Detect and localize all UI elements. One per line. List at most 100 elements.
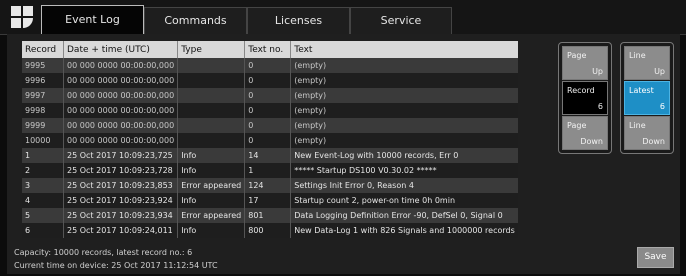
cell-text-no: 0 (244, 73, 291, 88)
cell-date-time: 25 Oct 2017 10:09:23,725 (62, 148, 178, 163)
table-row[interactable]: 9998 00 000 0000 00:00:00,000 0 (empty) (22, 103, 518, 118)
cell-record: 9997 (22, 88, 64, 103)
tab-service[interactable]: Service (350, 7, 452, 34)
cell-record: 10000 (22, 133, 64, 148)
cell-text-no: 1 (244, 163, 291, 178)
table-row[interactable]: 9999 00 000 0000 00:00:00,000 0 (empty) (22, 118, 518, 133)
cell-record: 6 (22, 223, 64, 238)
cell-type (177, 133, 245, 148)
cell-date-time: 25 Oct 2017 10:09:23,934 (62, 208, 178, 223)
cell-text: ***** Startup DS100 V0.30.02 ***** (290, 163, 518, 178)
table-row[interactable]: 1 25 Oct 2017 10:09:23,725 Info 14 New Event… (22, 148, 518, 163)
page-down-button[interactable]: Page Down (562, 116, 608, 150)
table-row[interactable]: 9996 00 000 0000 00:00:00,000 0 (empty) (22, 73, 518, 88)
cell-text: (empty) (290, 73, 518, 88)
table-row[interactable]: 5 25 Oct 2017 10:09:23,934 Error appeared 8… (22, 208, 518, 223)
cell-date-time: 00 000 0000 00:00:00,000 (62, 58, 178, 73)
cell-text-no: 0 (244, 88, 291, 103)
cell-record: 9996 (22, 73, 64, 88)
record-value: 6 (597, 102, 603, 111)
page-up-label-bottom: Up (592, 67, 603, 76)
cell-text: (empty) (290, 133, 518, 148)
cell-date-time: 00 000 0000 00:00:00,000 (62, 118, 178, 133)
cell-record: 9995 (22, 58, 64, 73)
cell-text-no: 14 (244, 148, 291, 163)
cell-type: Info (177, 193, 245, 208)
line-up-button[interactable]: Line Up (624, 46, 670, 80)
cell-text: Data Logging Definition Error -90, DefSe… (290, 208, 518, 223)
cell-text-no: 0 (244, 58, 291, 73)
cell-date-time: 25 Oct 2017 10:09:23,924 (62, 193, 178, 208)
cell-type (177, 103, 245, 118)
cell-date-time: 00 000 0000 00:00:00,000 (62, 73, 178, 88)
cell-text: (empty) (290, 88, 518, 103)
line-down-label-top: Line (629, 121, 646, 130)
cell-text: New Data-Log 1 with 826 Signals and 1000… (290, 223, 518, 238)
record-label: Record (567, 86, 595, 95)
table-row[interactable]: 10000 00 000 0000 00:00:00,000 0 (empty) (22, 133, 518, 148)
column-header-type[interactable]: Type (177, 41, 245, 58)
table-row[interactable]: 9995 00 000 0000 00:00:00,000 0 (empty) (22, 58, 518, 73)
tab-licenses[interactable]: Licenses (247, 7, 350, 34)
cell-text: (empty) (290, 58, 518, 73)
column-header-record[interactable]: Record (22, 41, 64, 58)
page-up-button[interactable]: Page Up (562, 46, 608, 80)
column-header-text-no[interactable]: Text no. (244, 41, 291, 58)
line-navigation-group: Line Up Latest 6 Line Down (620, 42, 674, 154)
column-header-text[interactable]: Text (290, 41, 518, 58)
page-navigation-group: Page Up Record 6 Page Down (558, 42, 612, 154)
cell-type (177, 58, 245, 73)
line-up-label-bottom: Up (654, 67, 665, 76)
cell-date-time: 25 Oct 2017 10:09:24,011 (62, 223, 178, 238)
cell-record: 3 (22, 178, 64, 193)
cell-text-no: 0 (244, 118, 291, 133)
cell-text-no: 0 (244, 103, 291, 118)
page-down-label-top: Page (567, 121, 587, 130)
cell-text-no: 124 (244, 178, 291, 193)
table-row[interactable]: 4 25 Oct 2017 10:09:23,924 Info 17 Startup c… (22, 193, 518, 208)
line-up-label-top: Line (629, 51, 646, 60)
cell-text-no: 17 (244, 193, 291, 208)
cell-type (177, 88, 245, 103)
cell-record: 5 (22, 208, 64, 223)
cell-type: Error appeared (177, 178, 245, 193)
cell-type: Info (177, 223, 245, 238)
line-down-label-bottom: Down (642, 137, 665, 146)
cell-date-time: 00 000 0000 00:00:00,000 (62, 103, 178, 118)
table-row[interactable]: 9997 00 000 0000 00:00:00,000 0 (empty) (22, 88, 518, 103)
cell-text-no: 0 (244, 133, 291, 148)
cell-type (177, 118, 245, 133)
latest-value: 6 (659, 102, 665, 111)
cell-record: 9999 (22, 118, 64, 133)
current-time-text: Current time on device: 25 Oct 2017 11:1… (14, 261, 218, 270)
table-header-row: Record Date + time (UTC) Type Text no. T… (22, 41, 518, 58)
cell-date-time: 25 Oct 2017 10:09:23,728 (62, 163, 178, 178)
tab-bar: Event Log Commands Licenses Service (0, 0, 686, 35)
cell-type (177, 73, 245, 88)
cell-text-no: 800 (244, 223, 291, 238)
table-row[interactable]: 3 25 Oct 2017 10:09:23,853 Error appeared 1… (22, 178, 518, 193)
cell-date-time: 25 Oct 2017 10:09:23,853 (62, 178, 178, 193)
table-body: 9995 00 000 0000 00:00:00,000 0 (empty) 9996… (22, 58, 518, 238)
event-log-table: Record Date + time (UTC) Type Text no. T… (22, 41, 518, 238)
cell-date-time: 00 000 0000 00:00:00,000 (62, 88, 178, 103)
save-button[interactable]: Save (637, 247, 674, 268)
cell-type: Info (177, 163, 245, 178)
line-down-button[interactable]: Line Down (624, 116, 670, 150)
tab-commands[interactable]: Commands (144, 7, 247, 34)
record-display: Record 6 (562, 81, 608, 115)
cell-text: (empty) (290, 118, 518, 133)
cell-record: 2 (22, 163, 64, 178)
latest-button[interactable]: Latest 6 (624, 81, 670, 115)
cell-type: Info (177, 148, 245, 163)
cell-text: Startup count 2, power-on time 0h 0min (290, 193, 518, 208)
app-logo-icon (11, 6, 33, 28)
page-up-label-top: Page (567, 51, 587, 60)
cell-record: 1 (22, 148, 64, 163)
capacity-text: Capacity: 10000 records, latest record n… (14, 248, 193, 257)
column-header-date-time[interactable]: Date + time (UTC) (62, 41, 178, 58)
table-row[interactable]: 2 25 Oct 2017 10:09:23,728 Info 1 ***** Star… (22, 163, 518, 178)
cell-type: Error appeared (177, 208, 245, 223)
tab-event-log[interactable]: Event Log (41, 5, 144, 35)
table-row[interactable]: 6 25 Oct 2017 10:09:24,011 Info 800 New Data… (22, 223, 518, 238)
